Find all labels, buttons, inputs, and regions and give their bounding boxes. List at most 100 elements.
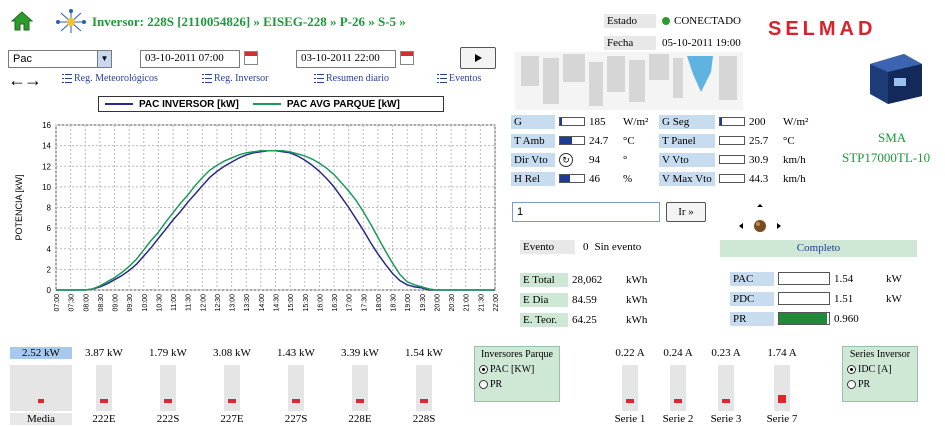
- level-meter: [559, 174, 585, 183]
- energy-label: E Total: [520, 272, 568, 287]
- link-reg-meteorologicos[interactable]: Reg. Meteorológicos: [62, 73, 158, 84]
- x-tick-label: 09:00: [113, 294, 120, 312]
- weather-unit: %: [623, 172, 633, 185]
- search-input[interactable]: [512, 202, 660, 222]
- series-bar[interactable]: [718, 365, 734, 411]
- series-bar[interactable]: [774, 365, 790, 411]
- series-bar-marker: [674, 399, 682, 403]
- link-reg-inversor[interactable]: Reg. Inversor: [202, 73, 268, 84]
- series-bar[interactable]: [670, 365, 686, 411]
- radio-icon: [479, 380, 488, 390]
- level-meter: [719, 117, 745, 126]
- inversores-parque-title: Inversores Parque: [481, 349, 553, 360]
- weather-unit: W/m²: [623, 115, 649, 128]
- inverter-bar[interactable]: [288, 365, 304, 411]
- series-bar-marker: [722, 399, 730, 403]
- breadcrumb[interactable]: Inversor: 228S [2110054826] » EISEG-228 …: [92, 14, 406, 30]
- x-tick-label: 14:30: [274, 294, 281, 312]
- weather-cell: G Seg 200 W/m²: [659, 114, 821, 129]
- y-axis-label: POTENCIA [kW]: [14, 174, 24, 240]
- energy-value: 28,062: [572, 273, 603, 286]
- radio-icon: [847, 380, 856, 390]
- radio-pr[interactable]: PR: [479, 379, 555, 390]
- energy-row: E Total 28,062 kWh: [520, 271, 670, 288]
- x-tick-label: 07:30: [69, 294, 76, 312]
- level-meter: [719, 174, 745, 183]
- completo-bar: [778, 312, 830, 325]
- series-bar-marker: [778, 395, 786, 403]
- x-tick-label: 17:00: [347, 294, 354, 312]
- chevron-down-icon: ▼: [97, 51, 111, 67]
- calendar-icon[interactable]: [400, 51, 414, 65]
- x-tick-label: 21:30: [478, 294, 485, 312]
- play-button[interactable]: [460, 47, 496, 69]
- device-name-brand: SMA: [878, 130, 907, 145]
- go-button[interactable]: Ir »: [666, 202, 706, 222]
- link-resumen-diario[interactable]: Resumen diario: [314, 73, 389, 84]
- navigation-pad[interactable]: [737, 203, 783, 237]
- inverter-bar[interactable]: [160, 365, 176, 411]
- variable-select[interactable]: Pac ▼: [8, 50, 112, 68]
- weather-label: H Rel: [511, 171, 555, 186]
- back-forward-arrows-icon[interactable]: ←→: [8, 70, 42, 91]
- x-tick-label: 12:00: [200, 294, 207, 312]
- inverter-value: 3.08 kW: [213, 347, 251, 359]
- completo-rows: PAC 1.54 kW PDC 1.51 kW PR 0.960: [730, 270, 920, 330]
- weather-value: 24.7: [589, 134, 609, 147]
- variable-select-value: Pac: [13, 53, 32, 65]
- start-datetime-input[interactable]: 03-10-2011 07:00: [140, 50, 240, 68]
- weather-label: Dir Vto: [511, 152, 555, 167]
- inverter-bar[interactable]: [10, 365, 72, 411]
- series-name: Serie 2: [662, 413, 694, 425]
- inverter-bar[interactable]: [416, 365, 432, 411]
- weather-label: G: [511, 114, 555, 129]
- plant-map[interactable]: [515, 52, 743, 110]
- series-bars: 0.22 A Serie 1 0.24 A Serie 2 0.23 A Serie 3 1…: [600, 345, 820, 427]
- radio-pac[interactable]: PAC [KW]: [479, 364, 555, 375]
- radio-series-pr[interactable]: PR: [847, 379, 913, 390]
- inverter-bar[interactable]: [96, 365, 112, 411]
- weather-label: T Panel: [659, 133, 715, 148]
- y-tick-label: 14: [42, 142, 51, 151]
- weather-label: G Seg: [659, 114, 715, 129]
- radio-idc[interactable]: IDC [A]: [847, 364, 913, 375]
- completo-label: PDC: [730, 291, 774, 306]
- x-tick-label: 08:00: [83, 294, 90, 312]
- inverter-bar[interactable]: [352, 365, 368, 411]
- inversores-parque-box: Inversores Parque PAC [KW] PR: [474, 346, 560, 402]
- energy-row: E Dia 84.59 kWh: [520, 291, 670, 308]
- x-tick-label: 16:00: [317, 294, 324, 312]
- weather-grid: G 185 W/m² G Seg 200 W/m² T Amb 24.7 °C T Panel 25…: [511, 113, 821, 189]
- series-inversor-title: Series Inversor: [849, 349, 911, 360]
- y-tick-label: 2: [47, 265, 52, 274]
- level-fill: [560, 137, 572, 144]
- x-tick-label: 07:00: [54, 294, 61, 312]
- weather-row: Dir Vto ↻ 94 ° V Vto 30.9 km/h: [511, 151, 821, 168]
- inverter-name: 228S: [412, 413, 436, 425]
- y-tick-label: 16: [42, 121, 51, 130]
- inverter-value: 3.39 kW: [341, 347, 379, 359]
- home-icon[interactable]: [10, 10, 34, 32]
- x-tick-label: 08:30: [98, 294, 105, 312]
- completo-value: 0.960: [834, 312, 859, 325]
- calendar-icon[interactable]: [244, 51, 258, 65]
- inverter-value: 1.43 kW: [277, 347, 315, 359]
- completo-label: PR: [730, 311, 774, 326]
- series-bar[interactable]: [622, 365, 638, 411]
- energy-label: E Dia: [520, 292, 568, 307]
- weather-label: T Amb: [511, 133, 555, 148]
- evento-row: Evento 0 Sin evento: [520, 240, 641, 254]
- completo-unit: kW: [886, 272, 902, 285]
- x-tick-label: 18:30: [391, 294, 398, 312]
- weather-value: 44.3: [749, 172, 769, 185]
- link-eventos[interactable]: Eventos: [437, 73, 481, 84]
- completo-value: 1.54: [834, 272, 854, 285]
- weather-row: H Rel 46% V Max Vto 44.3 km/h: [511, 170, 821, 187]
- inverter-bar[interactable]: [224, 365, 240, 411]
- x-tick-label: 21:00: [464, 294, 471, 312]
- energy-label: E. Teor.: [520, 312, 568, 327]
- inverter-device-image: [864, 50, 928, 106]
- weather-unit: km/h: [783, 172, 806, 185]
- series-value: 0.23 A: [711, 347, 741, 359]
- end-datetime-input[interactable]: 03-10-2011 22:00: [296, 50, 396, 68]
